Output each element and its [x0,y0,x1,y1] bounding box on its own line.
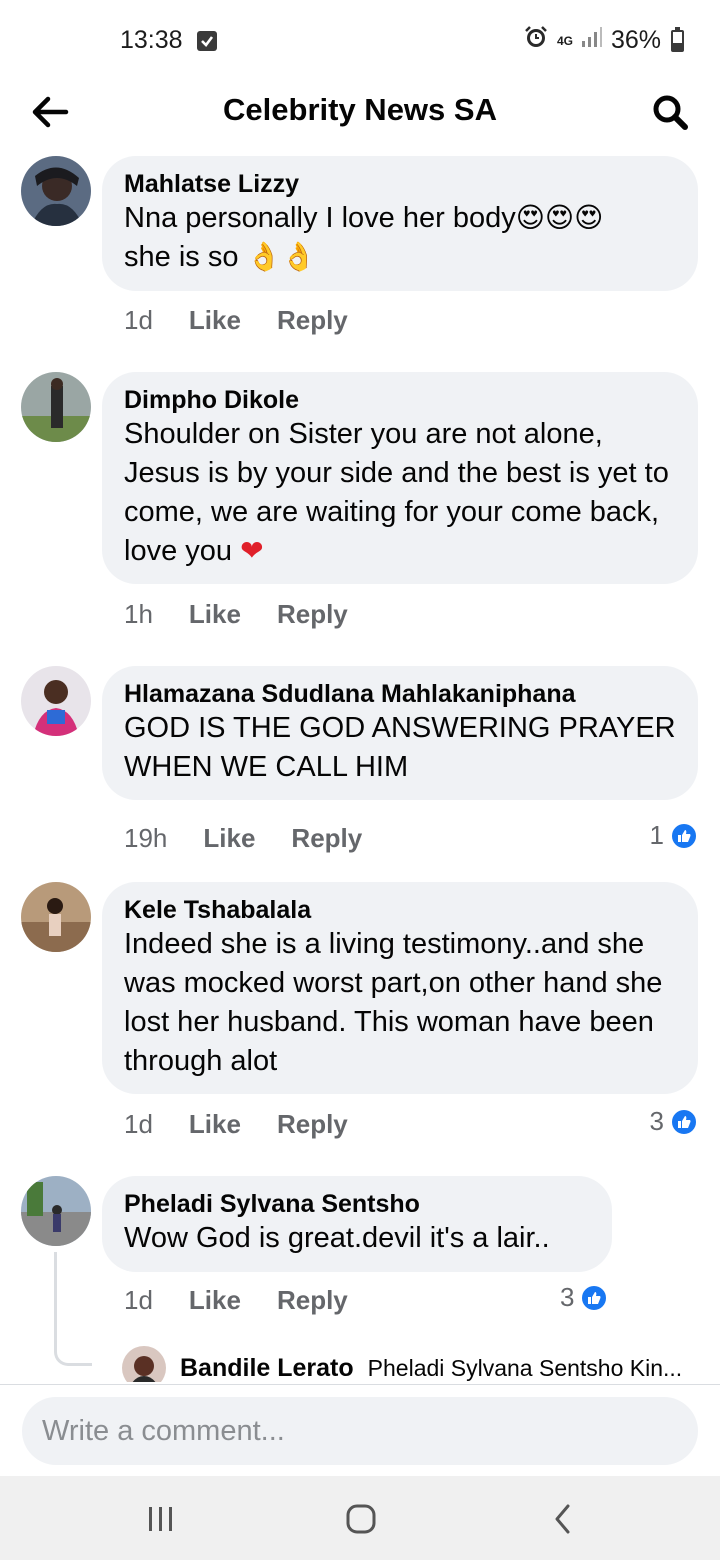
status-icons: 4G 36% [523,24,684,57]
like-button[interactable]: Like [189,1109,241,1140]
network-4g-label: 4G [556,33,573,48]
comment-bubble[interactable]: Pheladi Sylvana Sentsho Wow God is great… [102,1176,612,1272]
reaction-count-label: 3 [649,1106,664,1136]
status-bar: 13:38 4G 36% [0,0,720,80]
reply-button[interactable]: Reply [291,823,362,854]
reply-text: Pheladi Sylvana Sentsho Kin... [367,1354,683,1381]
comment-actions: 1d Like Reply [124,1285,348,1316]
chevron-left-icon [555,1504,570,1534]
comment-author[interactable]: Dimpho Dikole [124,385,676,415]
reply-preview[interactable]: Bandile Lerato Pheladi Sylvana Sentsho K… [122,1346,702,1382]
comment-author[interactable]: Pheladi Sylvana Sentsho [124,1189,590,1219]
comment-text: Nna personally I love her body😍😍😍 she is… [124,199,676,277]
search-button[interactable] [644,86,696,138]
battery-fill [673,43,682,50]
comment-actions: 1h Like Reply [124,599,348,630]
like-button[interactable]: Like [189,305,241,336]
comment-time: 1d [124,1109,153,1139]
recent-apps-icon [149,1507,172,1531]
home-button[interactable] [331,1494,391,1544]
status-time: 13:38 [120,26,183,54]
avatar[interactable] [21,372,91,442]
comment-input[interactable] [22,1397,698,1465]
avatar[interactable] [21,666,91,736]
like-button[interactable]: Like [189,599,241,630]
reply-thread-line [54,1252,92,1366]
reaction-count[interactable]: 1 [650,820,698,851]
comment-bubble[interactable]: Kele Tshabalala Indeed she is a living t… [102,882,698,1094]
avatar[interactable] [21,156,91,226]
comments-list: Mahlatse Lizzy Nna personally I love her… [0,150,720,1382]
comment-time: 19h [124,823,168,853]
search-icon [653,95,688,130]
comment-author[interactable]: Mahlatse Lizzy [124,169,676,199]
avatar[interactable] [21,882,91,952]
reaction-count[interactable]: 3 [650,1106,698,1137]
back-nav-button[interactable] [533,1494,593,1544]
reply-button[interactable]: Reply [277,1285,348,1316]
reaction-count[interactable]: 3 [560,1282,609,1313]
heart-emoji-icon: ❤ [240,535,264,566]
reply-button[interactable]: Reply [277,1109,348,1140]
battery-icon [671,26,684,52]
comment-text-body: Shoulder on Sister you are not alone, Je… [124,418,669,567]
comment-bubble[interactable]: Mahlatse Lizzy Nna personally I love her… [102,156,698,291]
comment-author[interactable]: Hlamazana Sdudlana Mahlakaniphana [124,679,676,709]
alarm-icon [523,24,549,57]
app-header: Celebrity News SA [0,80,720,144]
comment-time: 1d [124,305,153,335]
avatar[interactable] [122,1346,166,1382]
battery-percent: 36% [610,26,661,54]
comment-bubble[interactable]: Hlamazana Sdudlana Mahlakaniphana GOD IS… [102,666,698,800]
reply-button[interactable]: Reply [277,305,348,336]
signal-icon [581,26,603,55]
reply-button[interactable]: Reply [277,599,348,630]
comment-actions: 1d Like Reply [124,305,348,336]
like-button[interactable]: Like [189,1285,241,1316]
comment-bubble[interactable]: Dimpho Dikole Shoulder on Sister you are… [102,372,698,584]
like-reaction-icon [670,1107,698,1136]
comment-text: GOD IS THE GOD ANSWERING PRAYER WHEN WE … [124,712,676,783]
comment-actions: 1d Like Reply [124,1109,348,1140]
comment-time: 1h [124,599,153,629]
like-reaction-icon [580,1283,609,1312]
like-button[interactable]: Like [203,823,255,854]
home-icon [346,1504,376,1534]
comment-text-line: Nna personally I love her body [124,202,516,234]
recent-apps-button[interactable] [131,1494,191,1544]
avatar[interactable] [21,1176,91,1246]
comment-text: Wow God is great.devil it's a lair.. [124,1222,550,1254]
heart-eyes-emoji-icon: 😍😍😍 [515,202,604,233]
page-title: Celebrity News SA [223,92,497,127]
like-reaction-icon [670,821,698,850]
notification-check-icon [197,31,217,51]
reaction-count-label: 3 [560,1282,575,1312]
comment-actions: 19h Like Reply [124,823,362,854]
comment-text: Shoulder on Sister you are not alone, Je… [124,415,680,571]
reaction-count-label: 1 [649,820,664,850]
comment-time: 1d [124,1285,153,1315]
system-nav-bar [0,1476,720,1560]
comment-text: Indeed she is a living testimony..and sh… [124,928,663,1077]
reply-author[interactable]: Bandile Lerato [180,1354,354,1383]
comment-composer [0,1384,720,1476]
comment-author[interactable]: Kele Tshabalala [124,895,676,925]
comment-text-line: she is so [124,241,239,273]
ok-hand-emoji-icon: 👌👌 [246,241,317,272]
